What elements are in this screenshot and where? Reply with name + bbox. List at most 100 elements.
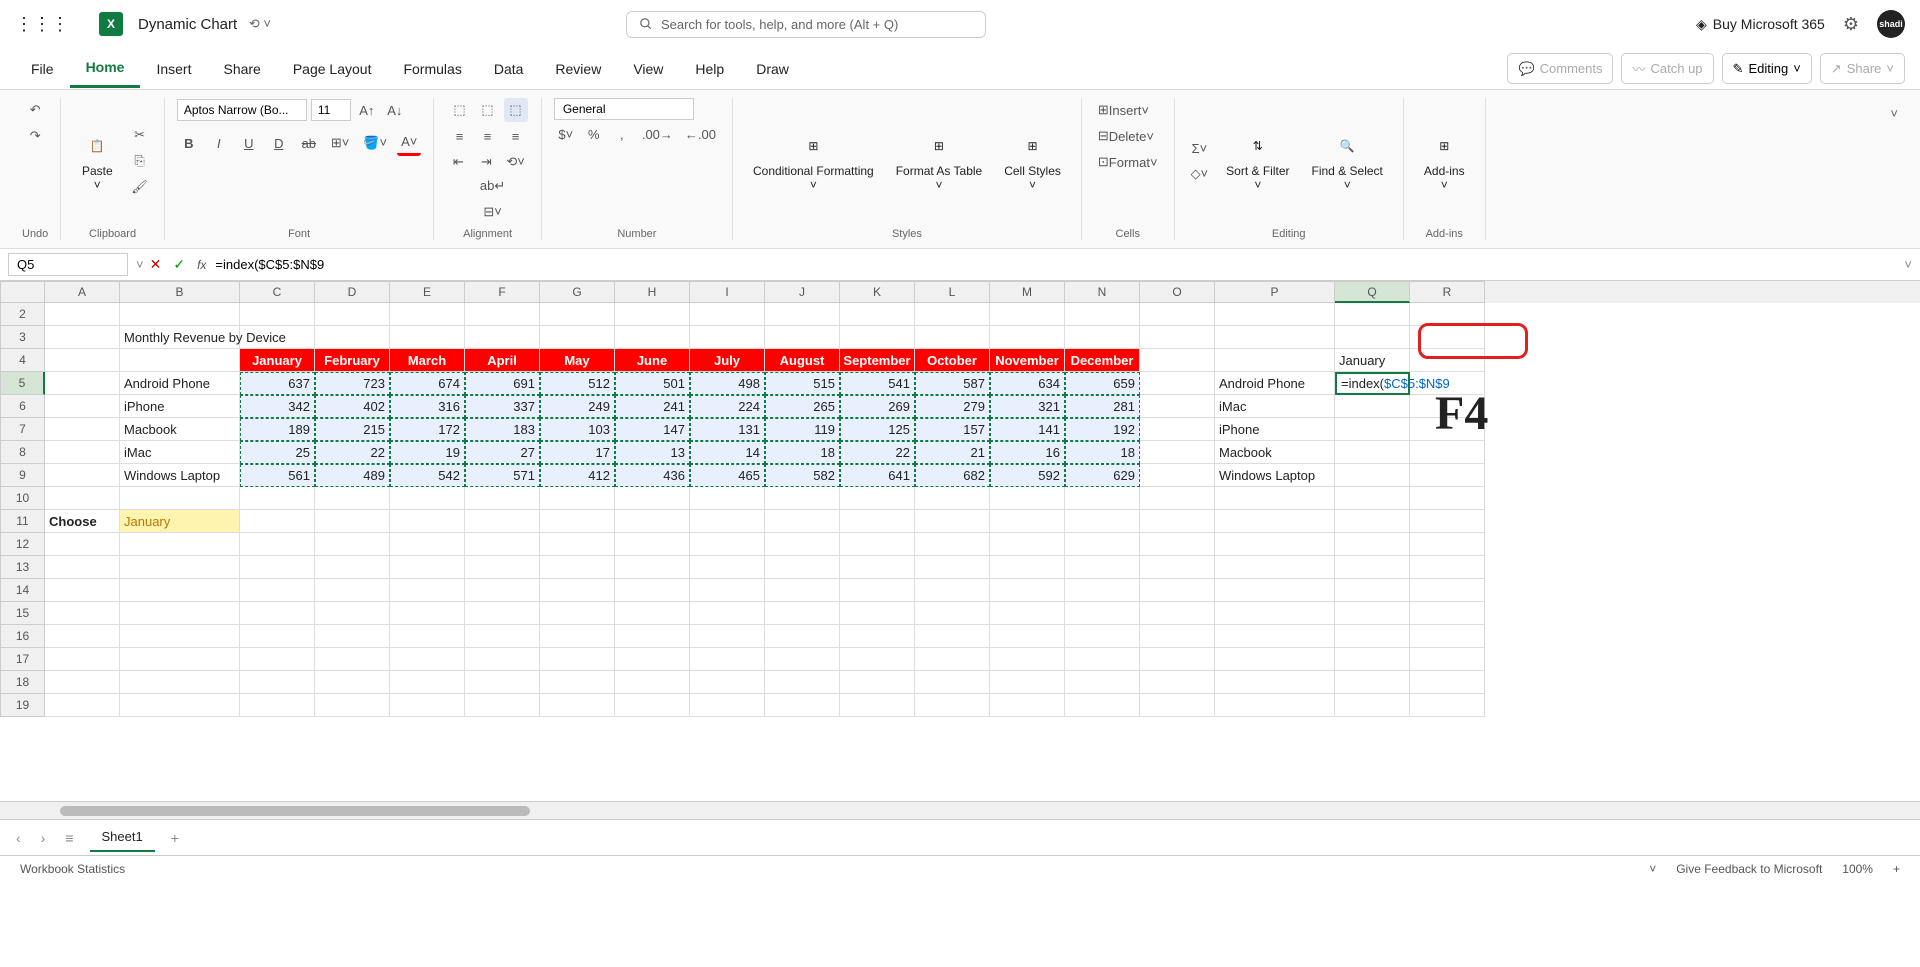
- cell[interactable]: 22: [840, 441, 915, 464]
- cell[interactable]: 269: [840, 395, 915, 418]
- comma-button[interactable]: ,: [610, 122, 634, 146]
- cell[interactable]: [540, 303, 615, 326]
- cell[interactable]: [465, 694, 540, 717]
- cell[interactable]: [240, 533, 315, 556]
- cell[interactable]: [1215, 533, 1335, 556]
- cell[interactable]: [315, 671, 390, 694]
- cell-styles-button[interactable]: ⊞Cell Styles˅: [996, 126, 1069, 196]
- cell[interactable]: August: [765, 349, 840, 372]
- row-header-17[interactable]: 17: [0, 648, 45, 671]
- cell[interactable]: February: [315, 349, 390, 372]
- cell[interactable]: [315, 326, 390, 349]
- cell[interactable]: [120, 579, 240, 602]
- cell[interactable]: [840, 487, 915, 510]
- cell[interactable]: [1140, 556, 1215, 579]
- cell[interactable]: 18: [1065, 441, 1140, 464]
- col-header-J[interactable]: J: [765, 281, 840, 303]
- cell[interactable]: [1140, 694, 1215, 717]
- cell[interactable]: [1410, 395, 1485, 418]
- cell[interactable]: 279: [915, 395, 990, 418]
- cell[interactable]: [690, 625, 765, 648]
- cell[interactable]: [1215, 648, 1335, 671]
- cell[interactable]: 321: [990, 395, 1065, 418]
- cell[interactable]: [1410, 418, 1485, 441]
- currency-button[interactable]: $˅: [554, 122, 578, 146]
- align-top-button[interactable]: ⬚: [448, 98, 472, 122]
- cell[interactable]: [615, 625, 690, 648]
- delete-cells-button[interactable]: ⊟ Delete ˅: [1094, 124, 1158, 148]
- cell[interactable]: 337: [465, 395, 540, 418]
- cell[interactable]: [1140, 579, 1215, 602]
- cell[interactable]: [240, 326, 315, 349]
- cell[interactable]: iPhone: [1215, 418, 1335, 441]
- cell[interactable]: [915, 533, 990, 556]
- document-title[interactable]: Dynamic Chart: [138, 16, 237, 33]
- cell[interactable]: [840, 602, 915, 625]
- cell[interactable]: 192: [1065, 418, 1140, 441]
- cell[interactable]: 172: [390, 418, 465, 441]
- row-header-8[interactable]: 8: [0, 441, 45, 464]
- cell[interactable]: [1215, 349, 1335, 372]
- cell[interactable]: [390, 487, 465, 510]
- cell[interactable]: [1140, 602, 1215, 625]
- cell[interactable]: [1335, 694, 1410, 717]
- double-underline-button[interactable]: D: [267, 131, 291, 155]
- number-format-select[interactable]: [554, 98, 694, 120]
- row-header-15[interactable]: 15: [0, 602, 45, 625]
- cell[interactable]: [840, 303, 915, 326]
- cell[interactable]: [465, 602, 540, 625]
- cell[interactable]: [120, 602, 240, 625]
- cell[interactable]: [990, 602, 1065, 625]
- cell[interactable]: [315, 579, 390, 602]
- cell[interactable]: [615, 533, 690, 556]
- cell[interactable]: [1215, 487, 1335, 510]
- strikethrough-button[interactable]: ab: [297, 131, 321, 155]
- cell[interactable]: 27: [465, 441, 540, 464]
- cell[interactable]: 634: [990, 372, 1065, 395]
- buy-m365-link[interactable]: ◈ Buy Microsoft 365: [1696, 16, 1825, 33]
- cell[interactable]: [540, 510, 615, 533]
- merge-button[interactable]: ⊟˅: [476, 200, 509, 224]
- cell[interactable]: [615, 556, 690, 579]
- cell[interactable]: [1410, 602, 1485, 625]
- cell[interactable]: [840, 694, 915, 717]
- increase-font-button[interactable]: A↑: [355, 98, 379, 122]
- cell[interactable]: [990, 487, 1065, 510]
- cell[interactable]: iMac: [120, 441, 240, 464]
- cell[interactable]: 561: [240, 464, 315, 487]
- sort-filter-button[interactable]: ⇅Sort & Filter˅: [1218, 126, 1297, 196]
- zoom-level[interactable]: 100%: [1842, 862, 1873, 876]
- cell[interactable]: 241: [615, 395, 690, 418]
- cell[interactable]: [615, 510, 690, 533]
- cell[interactable]: 16: [990, 441, 1065, 464]
- cell[interactable]: [1140, 487, 1215, 510]
- col-header-B[interactable]: B: [120, 281, 240, 303]
- cell[interactable]: June: [615, 349, 690, 372]
- cell[interactable]: [45, 671, 120, 694]
- app-launcher-icon[interactable]: ⋮⋮⋮: [15, 14, 69, 35]
- cell[interactable]: 265: [765, 395, 840, 418]
- tab-insert[interactable]: Insert: [140, 51, 207, 87]
- cell[interactable]: [1215, 602, 1335, 625]
- cell[interactable]: [315, 487, 390, 510]
- col-header-M[interactable]: M: [990, 281, 1065, 303]
- insert-cells-button[interactable]: ⊞ Insert ˅: [1094, 98, 1153, 122]
- cell[interactable]: [765, 694, 840, 717]
- italic-button[interactable]: I: [207, 131, 231, 155]
- format-cells-button[interactable]: ⊡ Format ˅: [1094, 150, 1162, 174]
- cell[interactable]: 674: [390, 372, 465, 395]
- decrease-decimal-button[interactable]: ←.00: [681, 122, 720, 146]
- cell[interactable]: [240, 648, 315, 671]
- cell[interactable]: [1335, 510, 1410, 533]
- cell[interactable]: [465, 487, 540, 510]
- orientation-button[interactable]: ⟲˅: [502, 150, 528, 174]
- cell[interactable]: [45, 694, 120, 717]
- cell[interactable]: [1335, 579, 1410, 602]
- cell[interactable]: [120, 694, 240, 717]
- col-header-R[interactable]: R: [1410, 281, 1485, 303]
- row-header-9[interactable]: 9: [0, 464, 45, 487]
- cell[interactable]: [465, 579, 540, 602]
- cell[interactable]: [390, 602, 465, 625]
- cell[interactable]: [1410, 648, 1485, 671]
- row-header-10[interactable]: 10: [0, 487, 45, 510]
